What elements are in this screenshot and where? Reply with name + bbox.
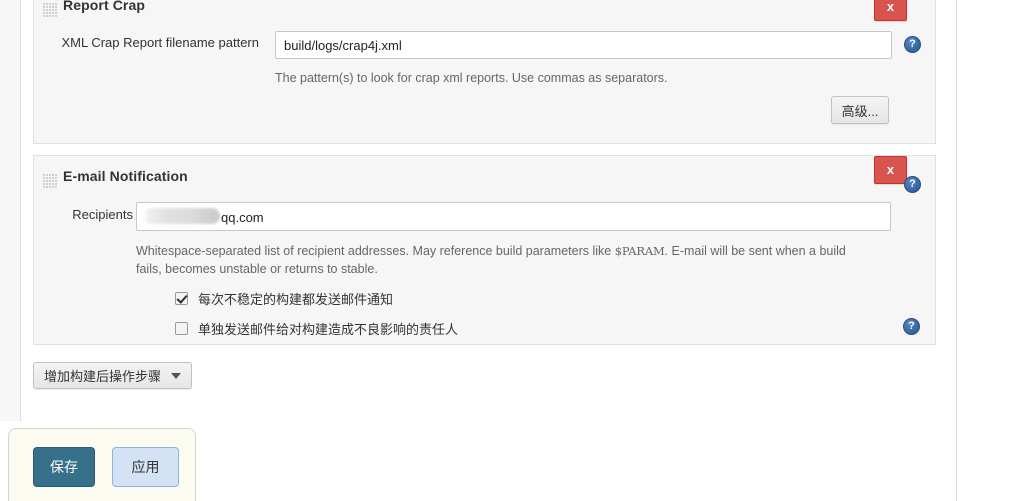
checkbox-label-send-separate-email-to-culprits: 单独发送邮件给对构建造成不良影响的责任人 [198,322,459,337]
advanced-button[interactable]: 高级... [831,96,889,124]
recipients-description: Whitespace-separated list of recipient a… [136,242,896,278]
add-post-build-step-label: 增加构建后操作步骤 [44,369,162,384]
remove-section-report-crap-button[interactable]: x [874,0,907,21]
help-icon-send-to-culprits[interactable]: ? [903,318,920,335]
remove-section-email-notification-button[interactable]: x [874,156,907,184]
save-button[interactable]: 保存 [33,447,95,487]
recipients-label: Recipients [72,207,133,222]
field-row-xml-pattern: XML Crap Report filename pattern ? [34,29,935,59]
checkbox-row-send-to-culprits: 单独发送邮件给对构建造成不良影响的责任人 [175,319,458,338]
recipients-description-line2: fails, becomes unstable or returns to st… [136,262,378,276]
apply-button[interactable]: 应用 [112,447,179,487]
checkbox-send-separate-email-to-culprits[interactable] [175,322,188,335]
left-gutter [0,0,21,421]
section-title-email-notification: E-mail Notification [63,168,188,184]
xml-pattern-description: The pattern(s) to look for crap xml repo… [275,71,668,85]
add-post-build-step-button[interactable]: 增加构建后操作步骤 [33,362,193,389]
recipients-description-line1-tail: . E-mail will be sent when a build [664,244,846,258]
drag-handle-icon[interactable] [43,174,57,188]
checkbox-send-on-every-unstable-build[interactable] [175,292,188,305]
chevron-down-icon [171,372,182,379]
form-action-bar: 保存 应用 [8,428,196,501]
section-title-report-crap: Report Crap [63,0,145,13]
section-header-email-notification: E-mail Notification x ? [34,156,935,193]
right-rail [956,0,1009,501]
xml-pattern-label: XML Crap Report filename pattern [61,35,259,50]
section-report-crap: Report Crap x XML Crap Report filename p… [33,0,936,144]
recipients-description-param: $PARAM [614,244,665,258]
recipients-description-line1: Whitespace-separated list of recipient a… [136,244,615,258]
drag-handle-icon[interactable] [43,3,57,17]
config-page: Report Crap x XML Crap Report filename p… [0,0,1009,501]
help-icon-xml-pattern[interactable]: ? [904,36,921,53]
checkbox-label-send-on-every-unstable-build: 每次不稳定的构建都发送邮件通知 [198,292,394,307]
section-header-report-crap: Report Crap x [34,0,935,27]
xml-pattern-input[interactable] [275,31,892,59]
help-icon-email-notification[interactable]: ? [904,176,921,193]
field-row-recipients: Recipients qq.com [34,201,935,231]
recipients-redaction-overlay [143,208,220,224]
section-email-notification: E-mail Notification x ? Recipients qq.co… [33,155,936,345]
checkbox-row-unstable-build: 每次不稳定的构建都发送邮件通知 [175,289,393,308]
recipients-visible-value: qq.com [221,210,264,225]
